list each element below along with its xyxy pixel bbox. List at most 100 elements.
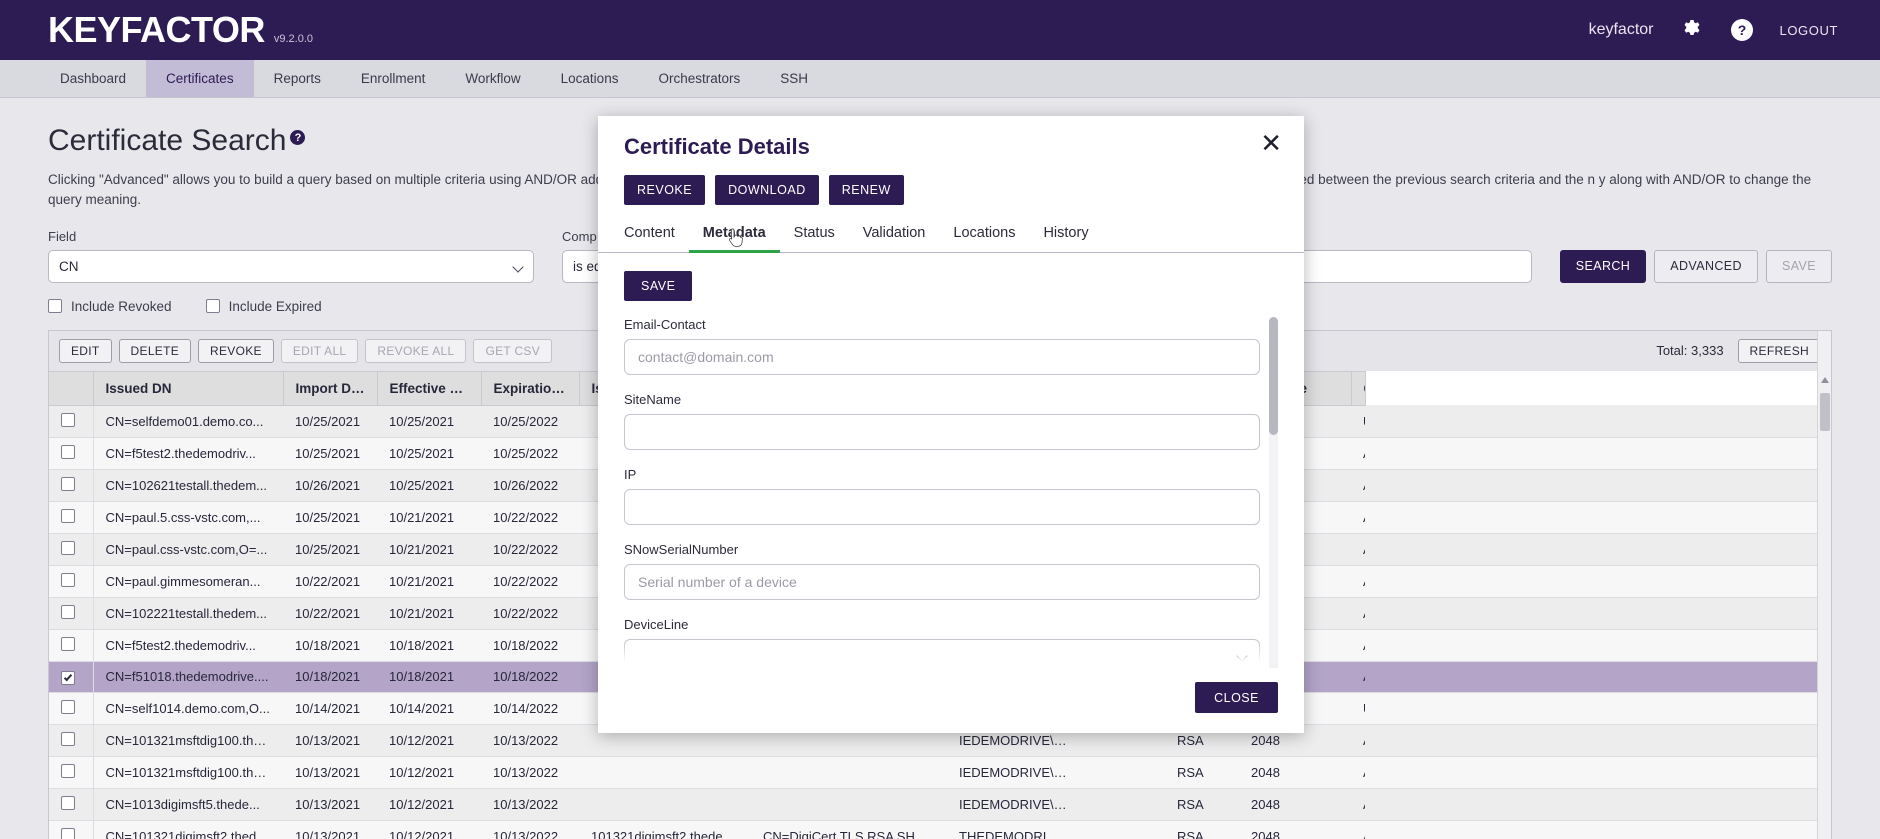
- nav-item-ssh[interactable]: SSH: [760, 60, 828, 97]
- checkbox-icon[interactable]: [61, 731, 75, 746]
- save-metadata-button[interactable]: SAVE: [624, 271, 693, 301]
- page-help-icon[interactable]: ?: [290, 130, 306, 145]
- revoke-cert-button[interactable]: REVOKE: [624, 175, 706, 205]
- column-header-expiration-date[interactable]: Expiration D...: [481, 370, 580, 406]
- cell-expiration-date: 10/14/2022: [481, 692, 579, 725]
- field-input-snowserialnumber[interactable]: [624, 564, 1260, 600]
- checkbox-icon[interactable]: [61, 670, 75, 685]
- row-checkbox-cell[interactable]: [49, 405, 94, 438]
- include-revoked-checkbox[interactable]: Include Revoked: [48, 299, 172, 314]
- metadata-form: Email-Contact SiteName IP SNowSerialNumber D…: [624, 317, 1278, 668]
- cell-requester: IEDEMODRIVE\palivoda: [947, 756, 1079, 789]
- select-all-header[interactable]: [49, 370, 94, 406]
- nav-item-enrollment[interactable]: Enrollment: [341, 60, 446, 97]
- checkbox-icon[interactable]: [61, 412, 75, 427]
- nav-item-locations[interactable]: Locations: [541, 60, 639, 97]
- table-row[interactable]: CN=101321digimsft2.thed... 10/13/2021 10/1…: [49, 820, 1831, 839]
- cell-expiration-date: 10/13/2022: [481, 788, 579, 821]
- save-query-button: SAVE: [1765, 249, 1832, 283]
- row-checkbox-cell[interactable]: [49, 565, 94, 598]
- checkbox-icon[interactable]: [61, 508, 75, 523]
- nav-item-certificates[interactable]: Certificates: [146, 60, 254, 97]
- nav-item-workflow[interactable]: Workflow: [445, 60, 540, 97]
- checkbox-icon[interactable]: [61, 763, 75, 778]
- download-cert-button[interactable]: DOWNLOAD: [715, 175, 819, 205]
- advanced-button[interactable]: ADVANCED: [1654, 249, 1758, 283]
- table-row[interactable]: CN=101321msftdig100.the... 10/13/2021 10/1…: [49, 756, 1831, 789]
- logo-text: KEYFACTOR: [48, 9, 265, 50]
- checkbox-icon[interactable]: [61, 444, 75, 459]
- edit-button[interactable]: EDIT: [59, 338, 112, 363]
- nav-item-dashboard[interactable]: Dashboard: [40, 60, 146, 97]
- column-header-effective-date[interactable]: Effective Date: [377, 370, 482, 406]
- checkbox-icon[interactable]: [61, 604, 75, 619]
- checkbox-icon[interactable]: [61, 540, 75, 555]
- field-input-sitename[interactable]: [624, 414, 1260, 450]
- cell-effective-date: 10/21/2021: [377, 501, 481, 534]
- checkbox-icon[interactable]: [61, 636, 75, 651]
- checkbox-icon[interactable]: [61, 572, 75, 587]
- row-checkbox-cell[interactable]: [49, 629, 94, 662]
- cell-issued-dn: CN=self1014.demo.com,O...: [93, 692, 283, 725]
- row-checkbox-cell[interactable]: [49, 756, 94, 789]
- tab-status[interactable]: Status: [780, 225, 849, 253]
- renew-cert-button[interactable]: RENEW: [828, 175, 904, 205]
- field-select-deviceline[interactable]: [624, 639, 1260, 668]
- row-checkbox-cell[interactable]: [49, 820, 94, 839]
- tab-validation[interactable]: Validation: [849, 225, 940, 253]
- field-select[interactable]: [48, 249, 534, 283]
- checkbox-icon[interactable]: [61, 699, 75, 714]
- cell-requester: IEDEMODRIVE\palivoda: [947, 788, 1079, 821]
- cell-issuer-dn: CN=DigiCert TLS RSA SH...: [751, 820, 947, 839]
- checkbox-icon[interactable]: [61, 476, 75, 491]
- row-checkbox-cell[interactable]: [49, 597, 94, 630]
- help-icon[interactable]: ?: [1730, 18, 1754, 42]
- tab-metadata[interactable]: Metadata: [688, 225, 780, 253]
- cell-import-date: 10/22/2021: [283, 565, 377, 598]
- revoke-button[interactable]: REVOKE: [198, 338, 274, 363]
- row-checkbox-cell[interactable]: [49, 692, 94, 725]
- checkbox-icon: [48, 299, 62, 313]
- cell-import-date: 10/13/2021: [283, 756, 377, 789]
- gear-icon[interactable]: [1680, 18, 1704, 42]
- logout-button[interactable]: LOGOUT: [1780, 23, 1839, 38]
- cell-spacer: [1365, 629, 1831, 662]
- cell-certificate-status: Active (1): [1351, 533, 1365, 566]
- tab-history[interactable]: History: [1029, 225, 1102, 253]
- tab-locations[interactable]: Locations: [939, 225, 1029, 253]
- row-checkbox-cell[interactable]: [49, 661, 94, 693]
- metadata-scroll-thumb[interactable]: [1269, 317, 1278, 435]
- grid-scrollbar[interactable]: [1817, 330, 1831, 839]
- close-modal-button[interactable]: CLOSE: [1195, 682, 1278, 713]
- column-header-issued-dn[interactable]: Issued DN: [93, 370, 284, 406]
- field-input-email-contact[interactable]: [624, 339, 1260, 375]
- cell-expiration-date: 10/25/2022: [481, 405, 579, 438]
- row-checkbox-cell[interactable]: [49, 788, 94, 821]
- refresh-button[interactable]: REFRESH: [1737, 338, 1821, 363]
- scroll-thumb[interactable]: [1820, 392, 1830, 431]
- row-checkbox-cell[interactable]: [49, 437, 94, 470]
- delete-button[interactable]: DELETE: [118, 338, 192, 363]
- row-checkbox-cell[interactable]: [49, 724, 94, 757]
- nav-item-orchestrators[interactable]: Orchestrators: [638, 60, 760, 97]
- row-checkbox-cell[interactable]: [49, 533, 94, 566]
- metadata-scrollbar[interactable]: [1269, 317, 1278, 668]
- cell-effective-date: 10/21/2021: [377, 533, 481, 566]
- cell-issued-cn: [579, 788, 751, 821]
- checkbox-icon[interactable]: [61, 795, 75, 810]
- nav-item-reports[interactable]: Reports: [254, 60, 341, 97]
- include-expired-checkbox[interactable]: Include Expired: [205, 299, 322, 314]
- table-row[interactable]: CN=1013digimsft5.thede... 10/13/2021 10/12…: [49, 788, 1831, 821]
- tab-content[interactable]: Content: [624, 225, 689, 253]
- page-title: Certificate Search: [48, 124, 287, 157]
- search-button[interactable]: SEARCH: [1559, 249, 1647, 283]
- cell-issued-dn: CN=102621testall.thedem...: [93, 469, 283, 502]
- column-header-certificate-status[interactable]: Certificate Sta...: [1351, 370, 1366, 406]
- row-checkbox-cell[interactable]: [49, 501, 94, 534]
- close-icon[interactable]: ✕: [1260, 130, 1282, 156]
- checkbox-icon[interactable]: [61, 827, 75, 839]
- scroll-up-icon[interactable]: [1821, 376, 1829, 383]
- column-header-import-date[interactable]: Import Date: [283, 370, 378, 406]
- field-input-ip[interactable]: [624, 489, 1260, 525]
- row-checkbox-cell[interactable]: [49, 469, 94, 502]
